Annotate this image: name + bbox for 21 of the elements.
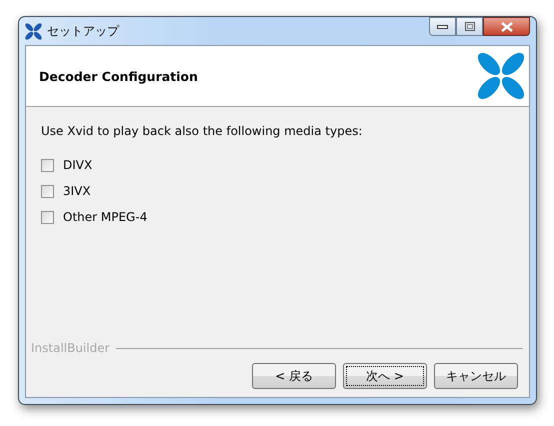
branding-text: InstallBuilder [31, 341, 110, 355]
checkbox-label: DIVX [63, 158, 92, 172]
page-title: Decoder Configuration [39, 68, 198, 84]
minimize-icon [437, 24, 448, 28]
checkbox[interactable] [41, 210, 54, 224]
prompt-text: Use Xvid to play back also the following media types: [41, 124, 364, 138]
maximize-icon [464, 22, 474, 31]
close-button[interactable] [483, 17, 530, 36]
dialog-button[interactable]: 次へ > [343, 363, 427, 389]
x-logo-icon [477, 52, 525, 100]
checkbox-label: Other MPEG-4 [63, 210, 148, 224]
x-logo-icon [25, 22, 42, 40]
close-icon [500, 22, 512, 32]
checkbox[interactable] [41, 184, 54, 198]
checkbox-label: 3IVX [63, 184, 91, 198]
maximize-button[interactable] [456, 17, 483, 36]
minimize-button[interactable] [429, 17, 456, 36]
dialog-button[interactable]: キャンセル [434, 363, 518, 389]
dialog-button[interactable]: < 戻る [252, 363, 336, 389]
checkbox[interactable] [41, 158, 54, 172]
window-title: セットアップ [47, 22, 120, 40]
